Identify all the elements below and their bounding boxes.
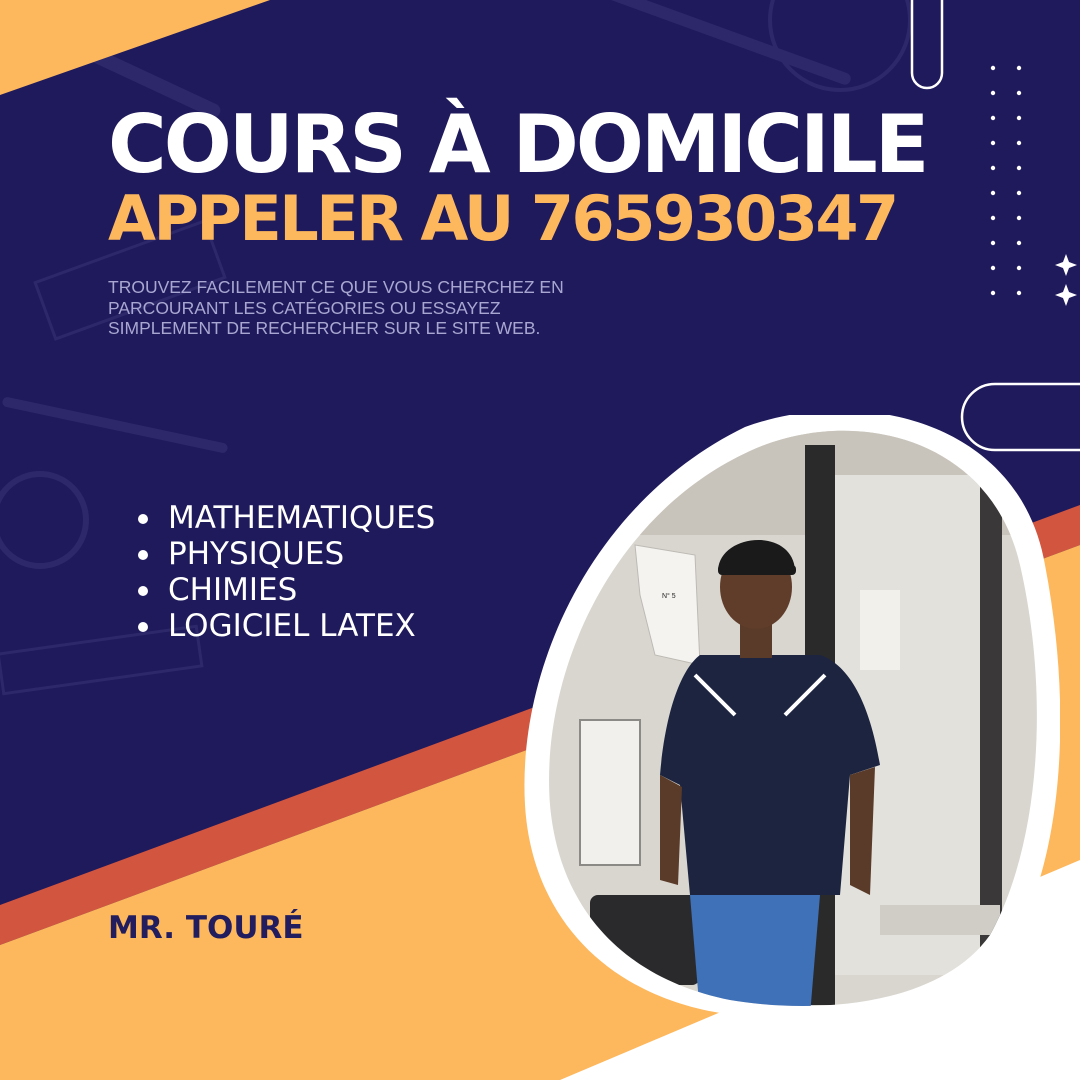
poster-label: N° 5 bbox=[662, 592, 676, 600]
bullet-icon bbox=[138, 550, 148, 560]
subject-label: PHYSIQUES bbox=[168, 536, 345, 572]
phone-call-to-action: APPELER AU 765930347 bbox=[108, 182, 899, 255]
subject-label: LOGICIEL LATEX bbox=[168, 608, 416, 644]
tagline: TROUVEZ FACILEMENT CE QUE VOUS CHERCHEZ … bbox=[108, 277, 564, 339]
bullet-icon bbox=[138, 586, 148, 596]
subject-label: CHIMIES bbox=[168, 572, 298, 608]
list-item: LOGICIEL LATEX bbox=[138, 608, 435, 644]
poster: COURS À DOMICILE APPELER AU 765930347 TR… bbox=[0, 0, 1080, 1080]
bullet-icon bbox=[138, 514, 148, 524]
subject-label: MATHEMATIQUES bbox=[168, 500, 436, 536]
bullet-icon bbox=[138, 622, 148, 632]
list-item: CHIMIES bbox=[138, 572, 435, 608]
list-item: MATHEMATIQUES bbox=[138, 500, 435, 536]
list-item: PHYSIQUES bbox=[138, 536, 435, 572]
page-title: COURS À DOMICILE bbox=[108, 98, 929, 191]
tutor-name: MR. TOURÉ bbox=[108, 910, 304, 946]
subject-list: MATHEMATIQUES PHYSIQUES CHIMIES LOGICIEL… bbox=[138, 500, 435, 644]
tutor-photo: N° 5 bbox=[524, 415, 1060, 1015]
